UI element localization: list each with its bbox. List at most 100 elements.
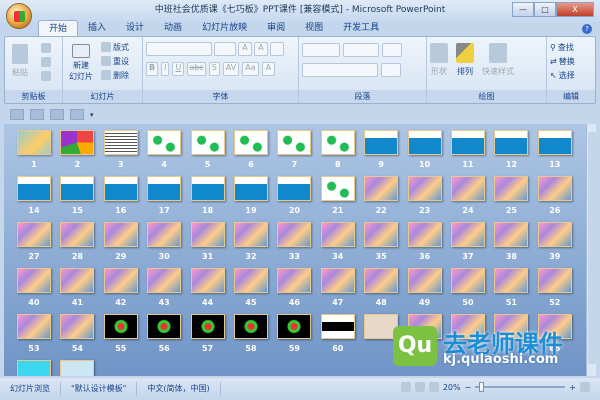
clear-format-button[interactable] [270,42,284,56]
slideshow-view-icon[interactable] [428,382,439,392]
format-painter-icon[interactable] [41,71,51,81]
alignment-buttons[interactable] [302,63,378,77]
delete-button[interactable]: 删除 [101,68,129,82]
toolbar-icon-4[interactable] [70,109,84,120]
slide-thumbnail[interactable] [190,268,225,293]
slide-thumbnail[interactable] [60,130,95,155]
strikethrough-button[interactable]: abc [187,62,206,76]
slide-thumbnail[interactable] [320,268,355,293]
font-name-select[interactable] [146,42,212,56]
italic-button[interactable]: I [161,62,170,76]
slide-thumbnail[interactable] [190,314,225,339]
slide-thumbnail[interactable] [407,222,442,247]
slide-thumbnail[interactable] [60,176,95,201]
zoom-in-button[interactable]: + [569,383,576,392]
slide-thumbnail[interactable] [537,222,572,247]
minimize-button[interactable]: — [512,2,534,17]
arrange-button[interactable]: 排列 [456,43,474,77]
slide-thumbnail[interactable] [60,222,95,247]
font-color-button[interactable]: A [261,62,276,76]
slide-thumbnail[interactable] [234,268,268,293]
slide-thumbnail[interactable] [103,130,138,155]
maximize-button[interactable]: □ [534,2,556,17]
tab-1[interactable]: 插入 [78,20,116,36]
slide-thumbnail[interactable] [147,268,182,293]
slide-thumbnail[interactable] [537,268,572,293]
sorter-view-icon[interactable] [414,382,425,392]
shapes-button[interactable]: 形状 [430,43,448,77]
office-button[interactable] [6,3,32,29]
fit-window-icon[interactable] [580,382,590,392]
zoom-slider[interactable] [475,382,566,392]
toolbar-icon-3[interactable] [50,109,64,120]
grow-font-button[interactable]: A [238,42,252,56]
underline-button[interactable]: U [172,62,185,76]
slide-thumbnail[interactable] [451,176,485,201]
slide-thumbnail[interactable] [537,176,572,201]
tab-0[interactable]: 开始 [38,20,79,36]
slide-thumbnail[interactable] [17,176,51,201]
line-spacing-button[interactable] [382,43,402,57]
change-case-button[interactable]: Aa [242,62,259,76]
slide-thumbnail[interactable] [103,268,138,293]
slide-thumbnail[interactable] [407,130,442,155]
tab-5[interactable]: 审阅 [257,20,295,36]
slide-thumbnail[interactable] [17,268,51,293]
bold-button[interactable]: B [146,62,159,76]
slide-thumbnail[interactable] [451,268,485,293]
new-slide-button[interactable]: 新建 幻灯片 [66,44,96,82]
toolbar-icon-1[interactable] [10,109,24,120]
reset-button[interactable]: 重设 [101,54,129,68]
slide-thumbnail[interactable] [320,314,355,339]
slide-thumbnail[interactable] [277,222,312,247]
shadow-button[interactable]: S [208,62,220,76]
cut-icon[interactable] [41,43,51,53]
slide-thumbnail[interactable] [364,222,399,247]
tab-2[interactable]: 设计 [116,20,154,36]
layout-button[interactable]: 版式 [101,40,129,54]
slide-thumbnail[interactable] [190,176,225,201]
char-spacing-button[interactable]: AV [222,62,240,76]
slide-thumbnail[interactable] [17,130,51,155]
slide-thumbnail[interactable] [407,176,442,201]
slide-thumbnail[interactable] [494,130,529,155]
slide-thumbnail[interactable] [190,130,225,155]
slide-thumbnail[interactable] [234,222,268,247]
font-size-select[interactable] [214,42,236,56]
slide-thumbnail[interactable] [103,222,138,247]
find-button[interactable]: ⚲ 查找 [550,40,592,54]
zoom-slider-thumb[interactable] [479,382,485,392]
slide-thumbnail[interactable] [277,268,312,293]
close-button[interactable]: X [556,2,594,17]
slide-thumbnail[interactable] [234,130,268,155]
slide-thumbnail[interactable] [17,314,51,339]
slide-thumbnail[interactable] [60,268,95,293]
slide-thumbnail[interactable] [320,130,355,155]
slide-thumbnail[interactable] [494,176,529,201]
slide-thumbnail[interactable] [494,268,529,293]
copy-icon[interactable] [41,57,51,67]
zoom-level[interactable]: 20% [443,383,461,392]
slide-thumbnail[interactable] [451,130,485,155]
slide-thumbnail[interactable] [17,360,51,376]
slide-thumbnail[interactable] [277,176,312,201]
toolbar-icon-2[interactable] [30,109,44,120]
dropdown-arrow-icon[interactable]: ▾ [90,111,94,119]
quick-styles-button[interactable]: 快速样式 [482,43,514,77]
paste-button[interactable]: 粘贴 [8,44,32,78]
slide-thumbnail[interactable] [364,176,399,201]
tab-6[interactable]: 视图 [295,20,333,36]
slide-thumbnail[interactable] [364,130,399,155]
columns-button[interactable] [381,63,401,77]
slide-thumbnail[interactable] [494,222,529,247]
tab-3[interactable]: 动画 [154,20,192,36]
replace-button[interactable]: ⇄ 替换 [550,54,592,68]
slide-thumbnail[interactable] [190,222,225,247]
slide-thumbnail[interactable] [103,314,138,339]
tab-4[interactable]: 幻灯片放映 [192,20,257,36]
slide-thumbnail[interactable] [234,176,268,201]
slide-thumbnail[interactable] [277,314,312,339]
normal-view-icon[interactable] [400,382,411,392]
slide-thumbnail[interactable] [277,130,312,155]
slide-thumbnail[interactable] [320,222,355,247]
